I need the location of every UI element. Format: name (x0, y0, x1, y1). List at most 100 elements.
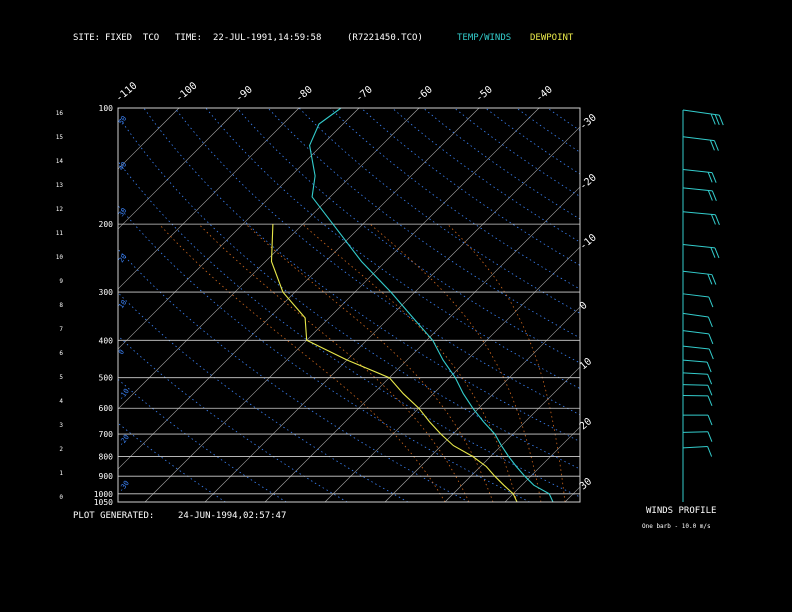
wind-barb-flag (708, 333, 714, 345)
wind-barb-flag (707, 374, 713, 385)
height-tick-label: 11 (56, 230, 64, 237)
wind-barb-flag (707, 385, 713, 396)
height-tick-label: 4 (59, 398, 63, 405)
wind-barb-flag (710, 247, 716, 258)
wind-barb-shaft (682, 187, 713, 192)
height-tick-label: 13 (56, 182, 64, 189)
height-tick-label: 0 (59, 494, 63, 501)
top-temperature-tick-label: -50 (474, 84, 495, 104)
isotherm-line (564, 486, 580, 502)
height-tick-label: 6 (59, 350, 63, 357)
pressure-tick-label: 100 (99, 104, 114, 113)
wind-barb-shaft (682, 211, 716, 216)
wind-barb-flag (714, 247, 720, 259)
wind-barb-flag (710, 214, 716, 225)
height-tick-label: 10 (56, 254, 64, 261)
pressure-tick-label: 300 (99, 288, 114, 297)
isotherm-line (144, 108, 540, 502)
isotherm-line (625, 108, 792, 502)
wind-barb-shaft (682, 312, 709, 318)
height-tick-label: 8 (59, 302, 63, 309)
dry-adiabat-line (485, 108, 580, 175)
isotherm-line (118, 108, 480, 470)
moist-adiabat-line (245, 223, 494, 502)
pressure-tick-label: 200 (99, 220, 114, 229)
wind-barb-shaft (682, 168, 713, 174)
wind-barb-flag (707, 172, 713, 183)
height-tick-label: 1 (59, 470, 63, 477)
height-tick-label: 3 (59, 422, 63, 429)
dry-adiabat-line (454, 108, 580, 197)
dry-adiabat-line (118, 378, 287, 502)
dry-adiabat-label: 40 (117, 161, 128, 173)
dry-adiabat-label: 20 (117, 253, 128, 265)
wind-barb-flag (707, 395, 713, 407)
wind-barb-flag (711, 172, 717, 183)
pressure-tick-label: 400 (99, 336, 114, 345)
height-tick-label: 16 (56, 110, 64, 117)
wind-barb-flag (708, 348, 714, 360)
wind-barb-shaft (682, 359, 708, 363)
isotherm-line (0, 108, 59, 502)
dry-adiabat-line (329, 108, 580, 290)
dry-adiabat-line (143, 108, 580, 443)
dry-adiabat-line (236, 108, 580, 364)
top-temperature-tick-label: -70 (354, 84, 375, 104)
isotherm-line (264, 186, 580, 502)
wind-barb-flag (711, 274, 717, 285)
dry-adiabat-label: -20 (117, 433, 131, 448)
top-temperature-tick-label: -80 (294, 84, 315, 104)
moist-adiabat-line (447, 223, 566, 502)
wind-barb-flag (714, 214, 720, 225)
wind-barb-shaft (682, 345, 710, 350)
top-temperature-tick-label: -100 (174, 80, 200, 104)
pressure-tick-label: 700 (99, 430, 114, 439)
top-temperature-tick-label: -110 (114, 80, 140, 104)
wind-barb-flag (707, 446, 713, 457)
moist-adiabat-line (369, 223, 542, 502)
dry-adiabat-line (516, 108, 580, 153)
wind-barb-flag (707, 414, 713, 426)
height-tick-label: 9 (59, 278, 63, 285)
dry-adiabat-line (298, 108, 580, 314)
wind-barb-shaft (682, 330, 709, 335)
wind-barb-flag (714, 114, 720, 125)
dry-adiabat-line (118, 422, 226, 502)
wind-barb-shaft (682, 372, 708, 375)
dry-adiabat-line (610, 108, 792, 502)
top-temperature-tick-label: -60 (414, 84, 435, 104)
wind-barb-shaft (682, 109, 720, 116)
isotherm-line (444, 366, 580, 502)
height-tick-label: 14 (56, 158, 64, 165)
dry-adiabat-line (118, 160, 580, 498)
wind-barb-flag (710, 114, 716, 125)
top-temperature-tick-label: -40 (534, 84, 555, 104)
isotherm-line (118, 108, 300, 290)
isotherm-line (504, 426, 580, 502)
wind-barb-flag (711, 190, 717, 202)
wind-barb-shaft (682, 384, 708, 386)
isotherm-line (118, 108, 420, 410)
wind-barb-flag (709, 140, 715, 151)
pressure-tick-label: 900 (99, 472, 114, 481)
wind-barb-shaft (682, 136, 715, 142)
wind-barb-flag (718, 114, 724, 126)
wind-barb-flag (708, 296, 714, 308)
wind-barb-flag (707, 316, 713, 328)
dry-adiabat-line (118, 115, 580, 470)
height-tick-label: 7 (59, 326, 63, 333)
dewpoint-profile-line (270, 224, 518, 502)
plot-frame (117, 107, 581, 503)
right-temperature-tick-label: -30 (578, 112, 599, 132)
dry-adiabat-label: 10 (117, 299, 128, 311)
dry-adiabat-label: -30 (117, 479, 131, 494)
wind-barb-flag (707, 431, 713, 442)
height-tick-label: 2 (59, 446, 63, 453)
pressure-tick-label: 1050 (94, 498, 113, 507)
wind-barb-flag (713, 140, 719, 151)
dry-adiabat-line (422, 108, 580, 220)
right-temperature-tick-label: -10 (578, 232, 599, 252)
wind-barb-shaft (682, 431, 708, 433)
dry-adiabat-line (360, 108, 580, 266)
height-tick-label: 15 (56, 134, 64, 141)
